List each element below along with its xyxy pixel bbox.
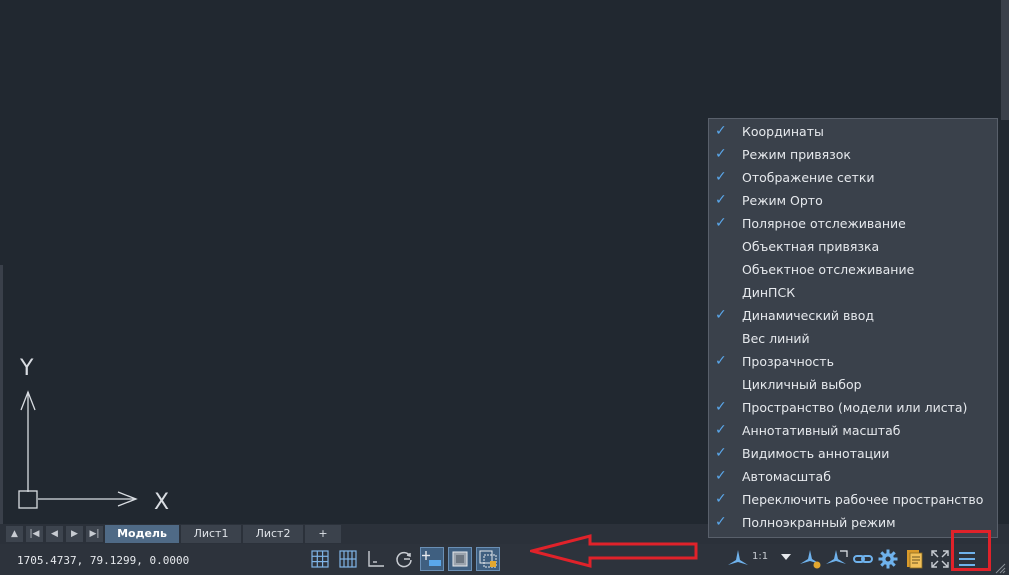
menu-item[interactable]: Объектная привязка bbox=[709, 236, 997, 259]
check-icon: ✓ bbox=[715, 353, 727, 369]
tab-layout1[interactable]: Лист1 bbox=[181, 525, 241, 543]
check-icon: ✓ bbox=[715, 123, 727, 139]
menu-item-label: Координаты bbox=[742, 124, 824, 139]
menu-item[interactable]: ✓ Прозрачность bbox=[709, 351, 997, 374]
chevron-down-icon[interactable] bbox=[780, 553, 792, 561]
check-icon bbox=[715, 330, 729, 346]
layout-tabs-menu-button[interactable]: ▲ bbox=[6, 526, 23, 542]
tab-model[interactable]: Модель bbox=[105, 525, 179, 543]
check-icon bbox=[715, 261, 729, 277]
menu-item-label: Аннотативный масштаб bbox=[742, 423, 901, 438]
ucs-icon: Y X bbox=[18, 356, 169, 515]
ucs-y-label: Y bbox=[19, 356, 34, 381]
menu-item[interactable]: ✓ Режим Орто bbox=[709, 190, 997, 213]
grid-icon[interactable] bbox=[309, 548, 331, 570]
menu-item-label: Полярное отслеживание bbox=[742, 216, 906, 231]
menu-item[interactable]: ✓ Автомасштаб bbox=[709, 466, 997, 489]
menu-item-label: Объектное отслеживание bbox=[742, 262, 915, 277]
check-icon: ✓ bbox=[715, 491, 727, 507]
menu-item[interactable]: Цикличный выбор bbox=[709, 374, 997, 397]
menu-item[interactable]: ✓ Режим привязок bbox=[709, 144, 997, 167]
ortho-icon[interactable] bbox=[365, 548, 387, 570]
menu-item-label: Цикличный выбор bbox=[742, 377, 862, 392]
check-icon bbox=[715, 376, 729, 392]
dynamic-input-icon[interactable] bbox=[420, 547, 444, 571]
menu-item[interactable]: ✓ Видимость аннотации bbox=[709, 443, 997, 466]
menu-item[interactable]: ✓ Переключить рабочее пространство bbox=[709, 489, 997, 512]
menu-item[interactable]: Вес линий bbox=[709, 328, 997, 351]
fullscreen-icon[interactable] bbox=[929, 548, 951, 570]
check-icon: ✓ bbox=[715, 169, 727, 185]
last-layout-button[interactable]: ▶| bbox=[86, 526, 103, 542]
link-icon[interactable] bbox=[852, 548, 874, 570]
check-icon: ✓ bbox=[715, 192, 727, 208]
add-layout-tab[interactable]: + bbox=[305, 525, 341, 543]
status-bar-customization-menu: ✓ Координаты ✓ Режим привязок ✓ Отображение с… bbox=[708, 118, 998, 538]
menu-item-label: Прозрачность bbox=[742, 354, 834, 369]
menu-item[interactable]: ✓ Пространство (модели или листа) bbox=[709, 397, 997, 420]
menu-item[interactable]: Объектное отслеживание bbox=[709, 259, 997, 282]
menu-item-label: Полноэкранный режим bbox=[742, 515, 896, 530]
document-icon[interactable] bbox=[903, 548, 925, 570]
annotation-visibility-icon[interactable] bbox=[800, 548, 822, 570]
annotation-arrow-icon bbox=[530, 534, 698, 568]
menu-item-label: Режим привязок bbox=[742, 147, 851, 162]
coordinates-readout[interactable]: 1705.4737, 79.1299, 0.0000 bbox=[17, 554, 189, 567]
transparency-icon[interactable] bbox=[448, 547, 472, 571]
check-icon bbox=[715, 238, 729, 254]
menu-item[interactable]: ✓ Полярное отслеживание bbox=[709, 213, 997, 236]
check-icon: ✓ bbox=[715, 399, 727, 415]
annotation-scale-value[interactable]: 1:1 bbox=[752, 551, 768, 562]
next-layout-button[interactable]: ▶ bbox=[66, 526, 83, 542]
polar-tracking-icon[interactable] bbox=[393, 548, 415, 570]
menu-item[interactable]: ✓ Динамический ввод bbox=[709, 305, 997, 328]
check-icon: ✓ bbox=[715, 445, 727, 461]
first-layout-button[interactable]: |◀ bbox=[26, 526, 43, 542]
menu-item-label: Видимость аннотации bbox=[742, 446, 890, 461]
menu-item-label: Вес линий bbox=[742, 331, 810, 346]
ucs-x-label: X bbox=[154, 490, 169, 515]
menu-item[interactable]: ДинПСК bbox=[709, 282, 997, 305]
menu-item-label: Отображение сетки bbox=[742, 170, 875, 185]
menu-item-label: Режим Орто bbox=[742, 193, 823, 208]
selection-cycling-icon[interactable] bbox=[476, 547, 500, 571]
menu-item-label: ДинПСК bbox=[742, 285, 796, 300]
annotation-scale-icon[interactable] bbox=[727, 548, 749, 570]
menu-item[interactable]: ✓ Координаты bbox=[709, 121, 997, 144]
check-icon: ✓ bbox=[715, 422, 727, 438]
snap-grid-icon[interactable] bbox=[337, 548, 359, 570]
menu-item-label: Переключить рабочее пространство bbox=[742, 492, 984, 507]
prev-layout-button[interactable]: ◀ bbox=[46, 526, 63, 542]
canvas-scrollbar[interactable] bbox=[1001, 0, 1009, 120]
menu-item-label: Пространство (модели или листа) bbox=[742, 400, 968, 415]
check-icon: ✓ bbox=[715, 468, 727, 484]
resize-grip-icon[interactable] bbox=[994, 562, 1006, 574]
menu-item-label: Динамический ввод bbox=[742, 308, 875, 323]
check-icon: ✓ bbox=[715, 514, 727, 530]
check-icon bbox=[715, 284, 729, 300]
menu-item[interactable]: ✓ Аннотативный масштаб bbox=[709, 420, 997, 443]
autoscale-icon[interactable] bbox=[826, 548, 848, 570]
menu-item-label: Объектная привязка bbox=[742, 239, 880, 254]
menu-item[interactable]: ✓ Отображение сетки bbox=[709, 167, 997, 190]
annotation-highlight-box bbox=[951, 530, 991, 571]
gear-icon[interactable] bbox=[877, 548, 899, 570]
check-icon: ✓ bbox=[715, 215, 727, 231]
check-icon: ✓ bbox=[715, 307, 727, 323]
tab-layout2[interactable]: Лист2 bbox=[243, 525, 303, 543]
check-icon: ✓ bbox=[715, 146, 727, 162]
menu-item-label: Автомасштаб bbox=[742, 469, 831, 484]
